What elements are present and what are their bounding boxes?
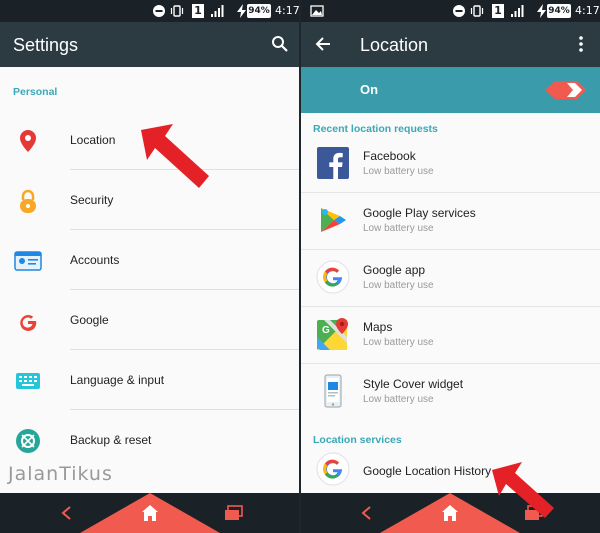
service-name: Google Location History [363,464,492,478]
settings-item-language[interactable]: Language & input [0,350,300,410]
recent-apps-icon[interactable] [224,505,244,521]
location-request-style-cover[interactable]: Style Cover widget Low battery use [300,364,600,421]
battery-usage: Low battery use [363,337,434,348]
screen-divider [299,0,301,533]
settings-screen: 1 94% 4:17 Settings Personal Location Se… [0,0,300,533]
battery-usage: Low battery use [363,166,434,177]
svg-text:G: G [322,325,330,336]
location-request-play-services[interactable]: Google Play services Low battery use [300,193,600,250]
page-title: Settings [13,35,79,55]
back-icon[interactable] [60,505,74,521]
app-name: Google app [363,263,426,277]
vibrate-icon [470,5,484,17]
overflow-menu-icon[interactable] [578,35,584,53]
location-request-google-app[interactable]: Google app Low battery use [300,250,600,307]
settings-item-label: Accounts [70,253,120,267]
image-notification-icon [310,5,324,17]
battery-usage: Low battery use [363,223,434,234]
settings-item-label: Security [70,193,114,207]
google-g-icon [20,314,37,331]
app-bar: Location [300,22,600,67]
watermark-logo: JalanTikus [8,463,113,485]
annotation-arrow [492,462,554,518]
settings-item-label: Location [70,133,116,147]
location-request-facebook[interactable]: Facebook Low battery use [300,136,600,193]
section-header-personal: Personal [13,86,58,98]
location-master-toggle-bar[interactable]: On [300,67,600,113]
facebook-icon [317,147,349,179]
settings-item-label: Backup & reset [70,433,152,447]
sim-slot-badge: 1 [492,4,504,18]
play-services-icon [321,208,346,232]
section-header-recent-requests: Recent location requests [313,123,438,135]
section-header-location-services: Location services [313,434,402,446]
google-g-icon [316,452,350,486]
home-icon[interactable] [140,503,160,523]
signal-icon [211,5,224,17]
google-g-icon [316,260,350,294]
status-bar: 1 94% 4:17 [300,0,600,22]
app-name: Facebook [363,149,416,163]
lock-icon [20,189,36,213]
settings-item-label: Language & input [70,373,165,387]
status-time: 4:17 [575,4,600,17]
app-bar: Settings [0,22,300,67]
settings-item-backup[interactable]: Backup & reset [0,410,300,470]
location-toggle-switch[interactable] [543,79,587,101]
battery-indicator: 94% [247,4,271,18]
settings-item-google[interactable]: Google [0,290,300,350]
keyboard-icon [16,373,40,389]
status-bar: 1 94% 4:17 [0,0,300,22]
battery-usage: Low battery use [363,280,434,291]
maps-icon: G [317,318,348,350]
settings-item-label: Google [70,313,109,327]
sim-slot-badge: 1 [192,4,204,18]
back-arrow-icon[interactable] [314,35,332,53]
app-name: Maps [363,320,393,334]
signal-icon [511,5,524,17]
settings-item-accounts[interactable]: Accounts [0,230,300,290]
vibrate-icon [170,5,184,17]
battery-indicator: 94% [547,4,571,18]
battery-usage: Low battery use [363,394,434,405]
backup-icon [16,429,40,453]
navigation-bar [0,493,300,533]
account-card-icon [14,251,42,271]
phone-widget-icon [324,374,342,408]
back-icon[interactable] [360,505,374,521]
annotation-arrow [141,124,209,188]
toggle-label: On [360,82,379,97]
search-icon[interactable] [271,35,289,53]
page-title: Location [360,35,429,55]
status-time: 4:17 [275,4,300,17]
app-name: Style Cover widget [363,377,464,391]
home-icon[interactable] [440,503,460,523]
location-screen: 1 94% 4:17 Location On Recent location r… [300,0,600,533]
location-request-maps[interactable]: G Maps Low battery use [300,307,600,364]
do-not-disturb-icon [153,5,165,17]
app-name: Google Play services [363,206,476,220]
location-pin-icon [20,130,36,152]
do-not-disturb-icon [453,5,465,17]
